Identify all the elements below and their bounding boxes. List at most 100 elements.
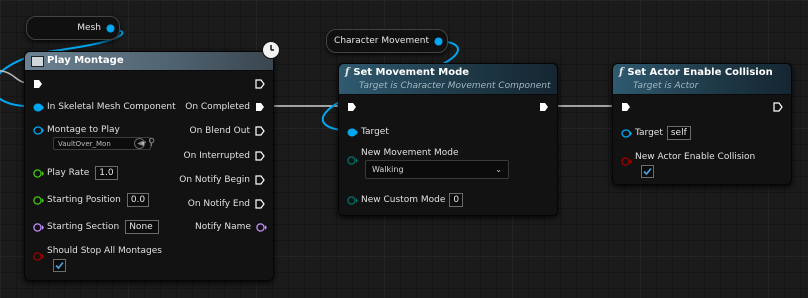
object-pin-icon[interactable] xyxy=(106,24,115,33)
set-movement-mode-subtitle: Target is Character Movement Component xyxy=(359,81,551,91)
exec-out-row xyxy=(255,77,265,91)
set-actor-enable-collision-title-wrap: f Set Actor Enable Collision xyxy=(619,67,773,78)
object-pin-icon[interactable] xyxy=(434,37,443,46)
function-icon: f xyxy=(619,67,624,78)
movement-mode-value: Walking xyxy=(372,165,404,174)
play-montage-title: Play Montage xyxy=(47,55,124,66)
new-enable-collision-label: New Actor Enable Collision xyxy=(635,152,756,162)
starting-position-row: Starting Position 0.0 xyxy=(33,193,150,207)
starting-position-label: Starting Position xyxy=(47,195,121,205)
object-pin-icon[interactable] xyxy=(33,125,44,135)
on-interrupted-label: On Interrupted xyxy=(183,151,250,161)
new-custom-mode-label: New Custom Mode xyxy=(361,195,446,205)
byte-pin-icon[interactable] xyxy=(347,195,358,205)
exec-out-pin[interactable] xyxy=(539,102,549,112)
clock-icon xyxy=(262,41,280,59)
target-label: Target xyxy=(361,127,389,137)
function-icon: f xyxy=(345,67,350,78)
check-icon xyxy=(55,261,64,270)
new-custom-mode-row: New Custom Mode 0 xyxy=(347,193,464,207)
play-rate-row: Play Rate 1.0 xyxy=(33,166,118,180)
byte-pin-icon[interactable] xyxy=(347,156,358,165)
should-stop-all-row: Should Stop All Montages xyxy=(33,246,163,261)
exec-out-row xyxy=(773,100,783,114)
movement-mode-dropdown[interactable]: Walking ⌄ xyxy=(365,160,509,179)
on-interrupted-pin[interactable] xyxy=(255,151,265,161)
exec-in-pin[interactable] xyxy=(347,102,357,112)
name-pin-icon[interactable] xyxy=(256,222,267,232)
on-notify-begin-label: On Notify Begin xyxy=(179,175,250,185)
montage-icon xyxy=(31,56,44,67)
on-completed-row: On Completed xyxy=(185,100,265,114)
montage-to-play-label: Montage to Play xyxy=(47,125,120,135)
on-blend-out-row: On Blend Out xyxy=(190,124,265,138)
on-notify-end-label: On Notify End xyxy=(187,199,250,209)
exec-out-pin[interactable] xyxy=(773,102,783,112)
check-icon xyxy=(643,167,652,176)
should-stop-all-label: Should Stop All Montages xyxy=(47,246,163,256)
should-stop-all-checkbox[interactable] xyxy=(53,259,66,272)
object-pin-icon[interactable] xyxy=(621,128,632,138)
on-notify-end-pin[interactable] xyxy=(255,199,265,209)
exec-out-row xyxy=(539,100,549,114)
target-self-input[interactable]: self xyxy=(666,126,691,140)
bool-pin-icon[interactable] xyxy=(33,252,44,261)
target-row: Target xyxy=(347,125,389,139)
on-notify-end-row: On Notify End xyxy=(188,197,265,211)
new-enable-collision-checkbox[interactable] xyxy=(641,165,654,178)
play-rate-input[interactable]: 1.0 xyxy=(95,166,118,180)
in-skeletal-mesh-row: In Skeletal Mesh Component xyxy=(33,100,176,114)
float-pin-icon[interactable] xyxy=(33,195,44,205)
set-actor-enable-collision-header[interactable]: f Set Actor Enable Collision Target is Ac… xyxy=(613,64,791,95)
character-movement-variable-node[interactable]: Character Movement xyxy=(326,29,448,53)
set-actor-enable-collision-node[interactable]: f Set Actor Enable Collision Target is Ac… xyxy=(612,63,792,185)
starting-position-input[interactable]: 0.0 xyxy=(126,193,150,207)
exec-in-row xyxy=(347,100,357,114)
set-movement-mode-title-wrap: f Set Movement Mode xyxy=(345,67,469,78)
target-label: Target xyxy=(635,128,663,138)
on-notify-begin-pin[interactable] xyxy=(255,175,265,185)
on-blend-out-label: On Blend Out xyxy=(189,126,250,136)
set-movement-mode-header[interactable]: f Set Movement Mode Target is Character M… xyxy=(339,64,557,95)
play-montage-node[interactable]: Play Montage In Skeletal Mesh Component … xyxy=(24,41,280,281)
character-movement-variable-label: Character Movement xyxy=(334,36,429,46)
exec-in-row xyxy=(621,100,631,114)
mesh-variable-label: Mesh xyxy=(77,23,101,33)
play-montage-header[interactable]: Play Montage xyxy=(25,52,273,71)
search-icon[interactable]: ⚲ xyxy=(148,138,155,148)
set-actor-enable-collision-subtitle: Target is Actor xyxy=(633,81,699,91)
exec-in-row xyxy=(33,77,43,91)
on-blend-out-pin[interactable] xyxy=(255,126,265,136)
browse-left-icon[interactable]: ◀ xyxy=(134,138,145,149)
on-completed-pin[interactable] xyxy=(255,102,265,112)
bool-pin-icon[interactable] xyxy=(621,157,632,166)
exec-out-pin[interactable] xyxy=(255,79,265,89)
new-custom-mode-input[interactable]: 0 xyxy=(449,193,464,207)
new-enable-collision-row: New Actor Enable Collision xyxy=(621,152,755,166)
starting-section-row: Starting Section None xyxy=(33,220,160,234)
name-pin-icon[interactable] xyxy=(33,222,44,232)
on-notify-begin-row: On Notify Begin xyxy=(179,173,265,187)
object-pin-icon[interactable] xyxy=(347,128,358,137)
set-movement-mode-node[interactable]: f Set Movement Mode Target is Character M… xyxy=(338,63,558,216)
on-interrupted-row: On Interrupted xyxy=(183,149,265,163)
montage-asset-value: VaultOver_Mon xyxy=(58,139,111,148)
on-completed-label: On Completed xyxy=(185,102,250,112)
montage-to-play-row: Montage to Play xyxy=(33,123,120,137)
exec-in-pin[interactable] xyxy=(621,102,631,112)
set-actor-enable-collision-title: Set Actor Enable Collision xyxy=(627,67,773,78)
starting-section-input[interactable]: None xyxy=(125,220,160,234)
notify-name-label: Notify Name xyxy=(194,222,251,232)
play-rate-label: Play Rate xyxy=(47,168,90,178)
notify-name-row: Notify Name xyxy=(194,220,267,234)
in-skeletal-mesh-label: In Skeletal Mesh Component xyxy=(47,102,176,112)
set-movement-mode-title: Set Movement Mode xyxy=(353,67,470,78)
target-row: Target self xyxy=(621,126,691,140)
starting-section-label: Starting Section xyxy=(47,222,120,232)
mesh-variable-node[interactable]: Mesh xyxy=(26,16,120,40)
float-pin-icon[interactable] xyxy=(33,168,44,178)
exec-in-pin[interactable] xyxy=(33,79,43,89)
object-pin-icon[interactable] xyxy=(33,103,44,112)
chevron-down-icon: ⌄ xyxy=(495,165,502,174)
new-movement-mode-label: New Movement Mode xyxy=(361,148,459,158)
